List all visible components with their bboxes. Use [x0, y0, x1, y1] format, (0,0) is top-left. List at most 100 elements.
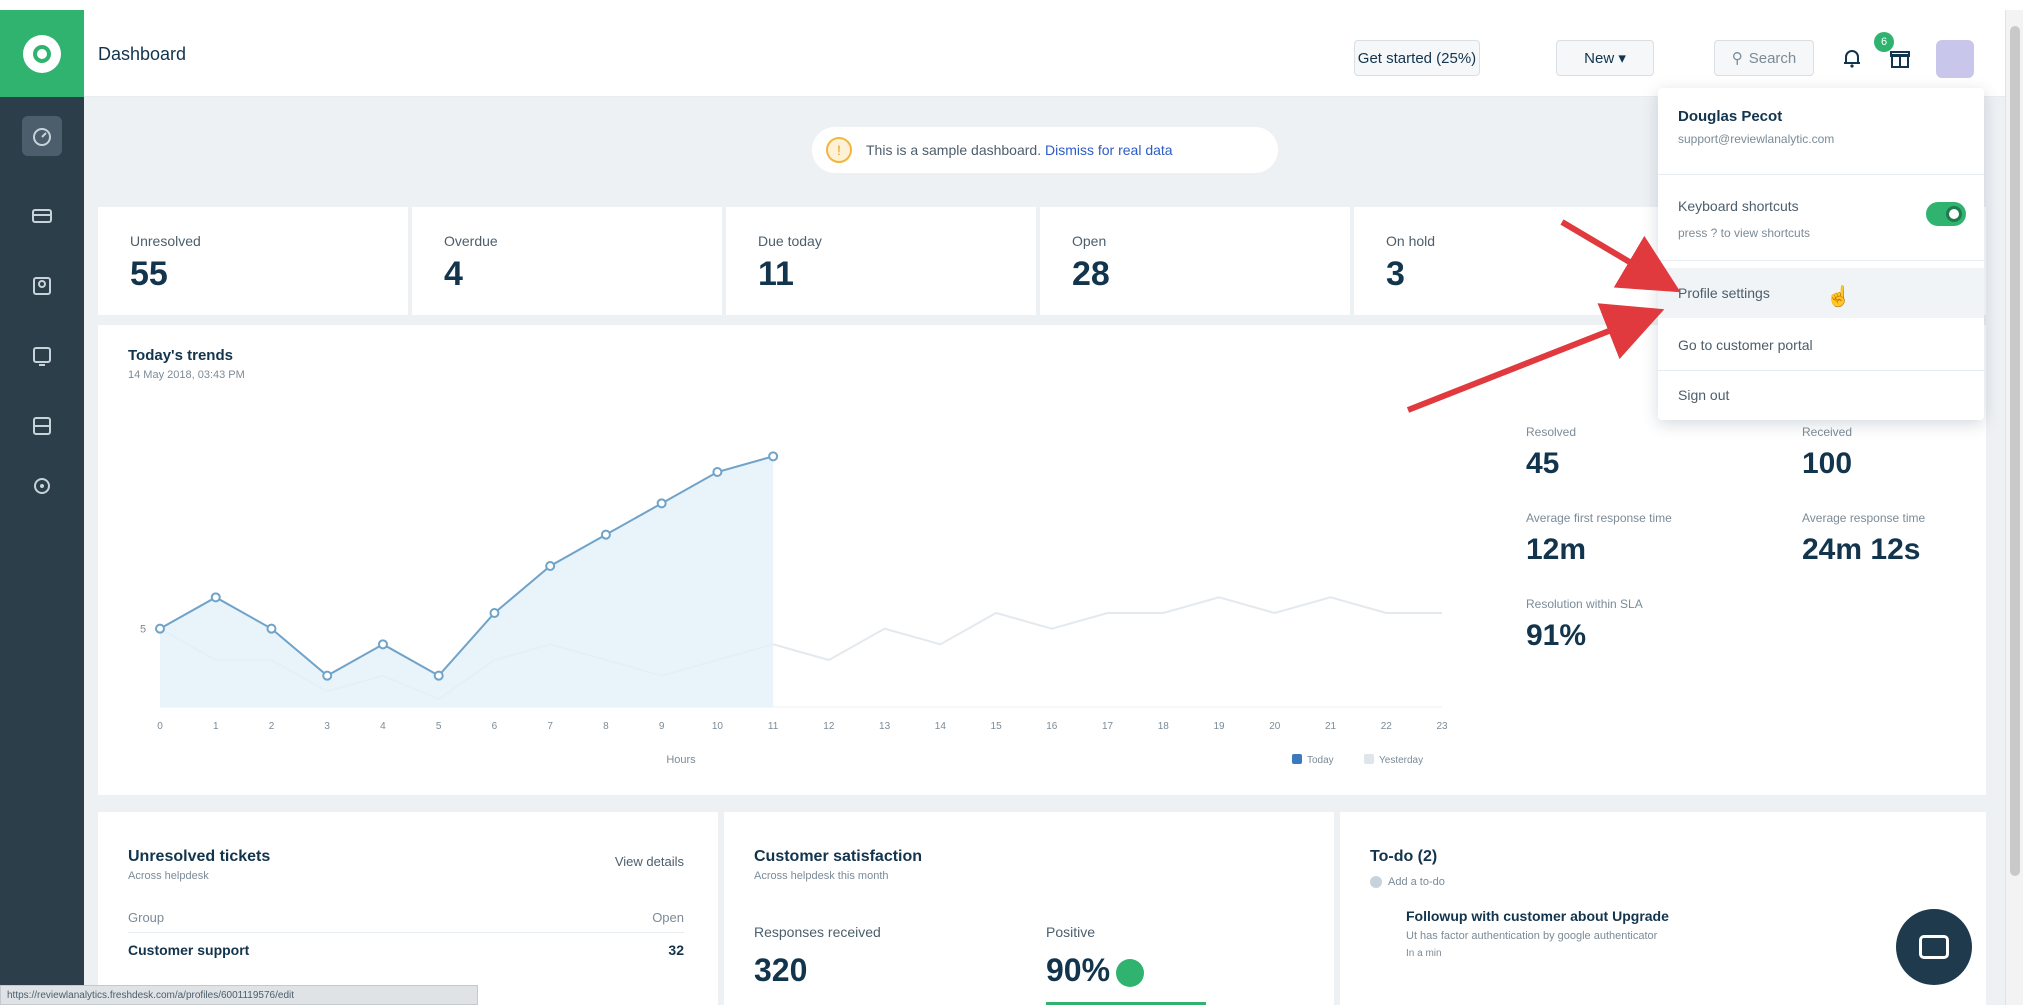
page-scrollbar[interactable]	[2005, 10, 2023, 1005]
legend-label-today: Today	[1307, 755, 1334, 766]
positive-label: Positive	[1046, 924, 1096, 940]
x-tick-label: 20	[1269, 721, 1281, 732]
divider	[1658, 260, 1984, 261]
dismiss-link[interactable]: Dismiss for real data	[1045, 142, 1173, 158]
metric-resolved: Resolved 45	[1526, 425, 1576, 481]
metric-label: Average response time	[1802, 511, 1926, 525]
data-point-today	[656, 498, 667, 509]
metric-resolution-sla: Resolution within SLA 91%	[1526, 597, 1643, 653]
table-header: Group Open	[128, 910, 684, 925]
profile-name: Douglas Pecot	[1678, 108, 1783, 125]
metric-received: Received 100	[1802, 425, 1852, 481]
menu-item-customer-portal[interactable]: Go to customer portal	[1658, 320, 1984, 370]
keyboard-shortcuts-toggle[interactable]	[1926, 202, 1966, 226]
stat-label: Due today	[758, 233, 822, 249]
x-tick-label: 8	[603, 721, 609, 732]
info-icon: !	[826, 137, 852, 163]
column-header-group: Group	[128, 910, 165, 925]
search-icon: ⚲	[1731, 50, 1743, 67]
data-point-today	[712, 467, 723, 477]
x-tick-label: 0	[157, 721, 163, 732]
x-tick-label: 11	[768, 721, 779, 732]
responses-value: 320	[754, 952, 808, 988]
x-tick-label: 9	[659, 721, 665, 732]
user-avatar[interactable]	[1936, 40, 1974, 78]
new-button[interactable]: New ▾	[1556, 40, 1654, 76]
x-tick-label: 1	[213, 721, 219, 732]
table-row[interactable]: Customer support 32	[128, 942, 684, 958]
data-point-today	[377, 639, 388, 650]
x-tick-label: 12	[823, 721, 835, 732]
window-top-edge	[0, 0, 2023, 10]
trends-title: Today's trends	[128, 347, 233, 364]
metric-label: Average first response time	[1526, 511, 1672, 525]
x-tick-label: 21	[1325, 721, 1337, 732]
x-tick-label: 6	[492, 721, 498, 732]
stat-card-open[interactable]: Open 28	[1040, 207, 1350, 315]
keyboard-shortcuts-hint: press ? to view shortcuts	[1678, 226, 1811, 240]
x-tick-label: 5	[436, 721, 442, 732]
stat-label: Overdue	[444, 233, 498, 249]
x-tick-label: 15	[991, 721, 1003, 732]
trends-subtitle: 14 May 2018, 03:43 PM	[128, 369, 245, 381]
x-tick-label: 17	[1102, 721, 1114, 732]
x-tick-label: 2	[269, 721, 275, 732]
stat-label: Unresolved	[130, 233, 201, 249]
contacts-icon[interactable]	[22, 266, 62, 306]
todo-item-title[interactable]: Followup with customer about Upgrade	[1406, 908, 1669, 924]
legend-label-yesterday: Yesterday	[1379, 755, 1423, 766]
panel-title: Customer satisfaction	[754, 848, 923, 865]
menu-item-profile-settings[interactable]: Profile settings	[1658, 268, 1984, 318]
metric-value: 100	[1802, 447, 1853, 480]
x-tick-label: 22	[1381, 721, 1393, 732]
data-point-today	[489, 608, 500, 618]
todo-item-subtitle: Ut has factor authentication by google a…	[1406, 930, 1658, 942]
chevron-down-icon: ▾	[1614, 50, 1626, 67]
x-tick-label: 4	[380, 721, 386, 732]
divider	[1658, 174, 1984, 175]
chat-widget-button[interactable]	[1896, 909, 1972, 985]
add-todo[interactable]: Add a to-do	[1370, 876, 1445, 888]
scrollbar-thumb[interactable]	[2010, 26, 2020, 876]
notification-count-badge: 6	[1874, 32, 1894, 52]
search-button[interactable]: ⚲ Search	[1714, 40, 1814, 76]
panel-subtitle: Across helpdesk	[128, 870, 209, 882]
x-tick-label: 14	[935, 721, 947, 732]
chat-icon	[1919, 935, 1949, 959]
metric-value: 12m	[1526, 533, 1587, 566]
trends-line-chart: 50 1 2 3 4 5 6 7 8 9 10 11 12 13 14 15 16 17 18 19 20 21 22 23H…	[140, 451, 1448, 766]
menu-item-sign-out[interactable]: Sign out	[1658, 370, 1984, 420]
divider	[128, 932, 684, 933]
data-point-today	[210, 592, 221, 603]
legend-swatch-yesterday	[1364, 754, 1374, 764]
get-started-button[interactable]: Get started (25%)	[1354, 40, 1480, 76]
metric-label: Resolved	[1526, 425, 1577, 439]
data-point-today	[266, 623, 277, 634]
metric-response-time: Average response time 24m 12s	[1802, 511, 1925, 567]
admin-gear-icon[interactable]	[22, 466, 62, 506]
row-open-count: 32	[668, 942, 684, 958]
tickets-icon[interactable]	[22, 196, 62, 236]
dashboard-icon[interactable]	[22, 116, 62, 156]
metric-label: Received	[1802, 425, 1853, 439]
smiley-icon	[1116, 958, 1145, 987]
add-todo-label: Add a to-do	[1388, 876, 1445, 888]
keyboard-shortcuts-label: Keyboard shortcuts	[1678, 198, 1799, 214]
stat-card-due-today[interactable]: Due today 11	[726, 207, 1036, 315]
search-label: Search	[1748, 49, 1797, 67]
stat-label: Open	[1072, 233, 1107, 249]
legend-swatch-today	[1292, 754, 1302, 764]
x-tick-label: 19	[1213, 721, 1225, 732]
stat-card-overdue[interactable]: Overdue 4	[412, 207, 722, 315]
solutions-icon[interactable]	[22, 336, 62, 376]
new-button-label: New	[1584, 49, 1615, 67]
view-details-link[interactable]: View details	[615, 854, 684, 869]
stat-card-unresolved[interactable]: Unresolved 55	[98, 207, 408, 315]
reports-icon[interactable]	[22, 406, 62, 446]
x-tick-label: 3	[324, 721, 330, 732]
app-logo[interactable]	[0, 10, 84, 97]
panel-subtitle: Across helpdesk this month	[754, 870, 889, 882]
x-tick-label: 23	[1436, 721, 1448, 732]
responses-label: Responses received	[754, 924, 881, 940]
notification-bell-icon[interactable]	[1838, 44, 1866, 72]
